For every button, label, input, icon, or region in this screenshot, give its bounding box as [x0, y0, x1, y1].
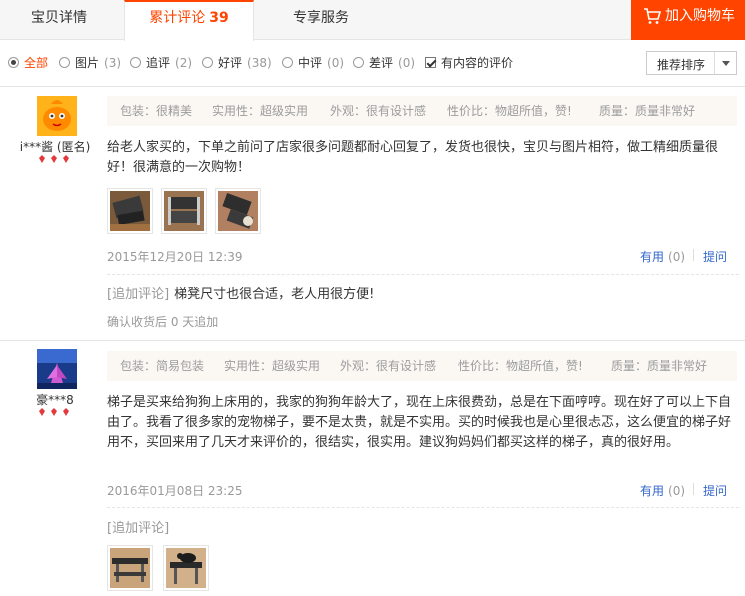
cart-icon [644, 8, 661, 24]
review-photo[interactable] [107, 188, 153, 234]
tab-item-service[interactable]: 专享服务 [262, 0, 380, 40]
avatar [37, 96, 77, 136]
checkbox-icon [425, 57, 436, 68]
filter-append[interactable]: 追评 (2) [130, 55, 192, 71]
review-tags: 包装：简易包装 实用性：超级实用 外观：很有设计感 性价比：物超所值，赞! 质量… [107, 351, 737, 381]
review-text: 梯子是买来给狗狗上床用的，我家的狗狗年龄大了，现在上床很费劲，总是在下面哼哼。现… [107, 395, 732, 450]
divider [107, 507, 739, 508]
useful-label: 有用 [640, 484, 665, 498]
review-text: 给老人家买的，下单之前问了店家很多问题都耐心回复了，发货也很快，宝贝与图片相符，… [107, 140, 719, 175]
tag-appearance: 外观：很有设计感 [330, 104, 427, 118]
radio-icon [353, 57, 364, 68]
append-review: [追加评论] 梯凳尺寸也很合适，老人用很方便! [107, 283, 374, 302]
filter-all-label: 全部 [24, 56, 49, 70]
tag-value: 性价比：物超所值，赞! [447, 104, 572, 118]
filter-has-content-label: 有内容的评价 [441, 56, 514, 70]
radio-icon [59, 57, 70, 68]
review-date: 2016年01月08日 23:25 [107, 484, 243, 498]
review-photo[interactable] [215, 188, 261, 234]
tab-details-label: 宝贝详情 [31, 10, 87, 26]
filter-mid-count: (0) [327, 56, 345, 70]
useful-button[interactable]: 有用 (0) [640, 248, 685, 265]
add-to-cart-button[interactable]: 加入购物车 [631, 0, 745, 40]
tag-practicality: 实用性：超级实用 [212, 104, 309, 118]
filter-bad[interactable]: 差评 (0) [353, 55, 415, 71]
divider [693, 249, 694, 261]
filter-pics[interactable]: 图片 (3) [59, 55, 121, 71]
filter-has-content[interactable]: 有内容的评价 [425, 55, 513, 71]
user-name: i***酱 (匿名) [19, 140, 91, 154]
append-review: [追加评论] [107, 517, 174, 536]
append-label: [追加评论] [107, 521, 170, 536]
filter-pics-count: (3) [104, 56, 122, 70]
tag-packaging: 包装：简易包装 [120, 359, 205, 373]
radio-icon [202, 57, 213, 68]
filter-good-count: (38) [247, 56, 272, 70]
user-name: 豪***8 [36, 393, 74, 407]
review-separator [0, 340, 745, 341]
reviews-count: 39 [209, 10, 229, 26]
review-photo[interactable] [163, 545, 209, 591]
review-tags: 包装：很精美 实用性：超级实用 外观：很有设计感 性价比：物超所值，赞! 质量：… [107, 96, 737, 126]
filter-bad-count: (0) [398, 56, 416, 70]
useful-button[interactable]: 有用 (0) [640, 482, 685, 499]
tab-item-reviews[interactable]: 累计评论 39 [124, 0, 254, 41]
useful-count: (0) [668, 250, 686, 264]
filter-bad-label: 差评 [369, 56, 394, 70]
useful-count: (0) [668, 484, 686, 498]
tag-practicality: 实用性：超级实用 [224, 359, 321, 373]
review-filter-bar: 全部 图片 (3) 追评 (2) 好评 (38) 中评 (0) 差评 (0) 有内容的评价… [0, 41, 745, 87]
filter-append-label: 追评 [146, 56, 171, 70]
tab-reviews-label: 累计评论 [149, 10, 206, 26]
divider [693, 483, 694, 495]
append-text: 梯凳尺寸也很合适，老人用很方便! [174, 287, 375, 302]
tab-service-label: 专享服务 [293, 10, 349, 26]
review-date: 2015年12月20日 12:39 [107, 250, 243, 264]
append-days-note: 确认收货后 0 天追加 [107, 315, 219, 329]
tag-packaging: 包装：很精美 [120, 104, 193, 118]
filter-mid[interactable]: 中评 (0) [282, 55, 344, 71]
filter-mid-label: 中评 [298, 56, 323, 70]
useful-label: 有用 [640, 250, 665, 264]
tag-appearance: 外观：很有设计感 [340, 359, 437, 373]
radio-icon [282, 57, 293, 68]
filter-pics-label: 图片 [75, 56, 100, 70]
user-level-icon [39, 155, 69, 163]
avatar [37, 349, 77, 389]
filter-all[interactable]: 全部 [8, 55, 48, 71]
ask-button[interactable]: 提问 [703, 248, 727, 265]
review-photo[interactable] [107, 545, 153, 591]
chevron-down-icon[interactable] [714, 52, 736, 74]
filter-append-count: (2) [175, 56, 193, 70]
tab-item-details[interactable]: 宝贝详情 [0, 0, 118, 40]
filter-good[interactable]: 好评 (38) [202, 55, 272, 71]
tag-quality: 质量：质量非常好 [599, 104, 696, 118]
tab-bar: 宝贝详情 累计评论 39 专享服务 加入购物车 [0, 0, 745, 41]
sort-dropdown[interactable]: 推荐排序 [646, 51, 737, 75]
sort-label: 推荐排序 [657, 58, 706, 72]
tag-value: 性价比：物超所值，赞! [458, 359, 583, 373]
user-level-icon [39, 408, 69, 416]
radio-icon [130, 57, 141, 68]
filter-good-label: 好评 [218, 56, 243, 70]
tag-quality: 质量：质量非常好 [611, 359, 708, 373]
divider [107, 274, 739, 275]
ask-button[interactable]: 提问 [703, 482, 727, 499]
review-photo[interactable] [161, 188, 207, 234]
append-label: [追加评论] [107, 287, 170, 302]
add-to-cart-label: 加入购物车 [665, 8, 735, 24]
radio-icon [8, 57, 19, 68]
